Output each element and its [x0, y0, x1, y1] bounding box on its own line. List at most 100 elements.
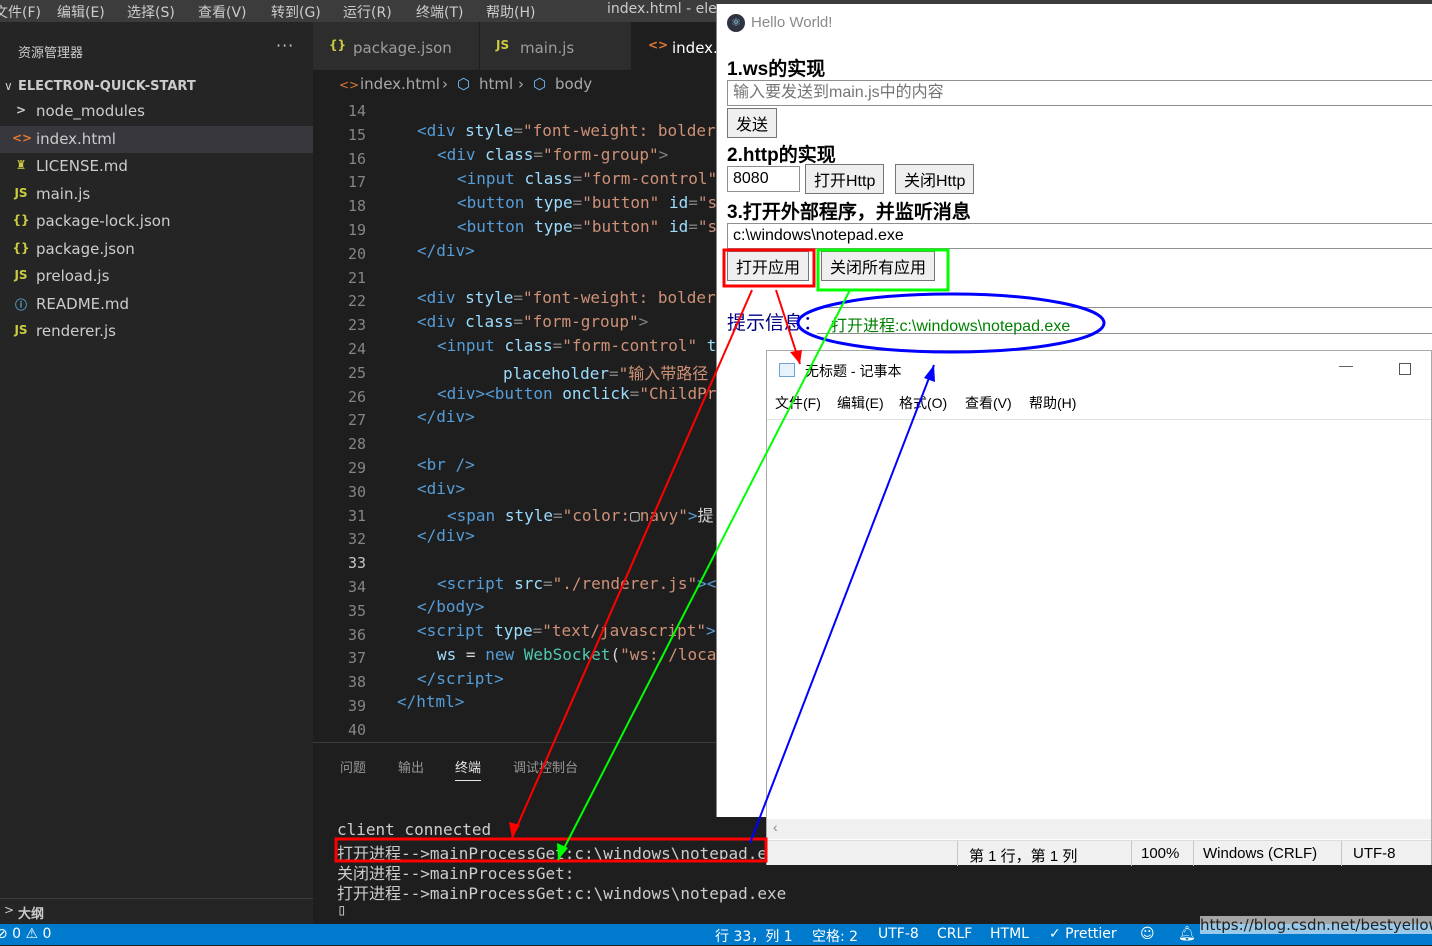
- file-name: preload.js: [36, 267, 110, 285]
- menu-edit[interactable]: 编辑(E): [57, 2, 105, 22]
- file-tree-item[interactable]: JS preload.js: [0, 263, 313, 290]
- line-number: 31: [347, 506, 366, 525]
- notepad-menu-format[interactable]: 格式(O): [899, 393, 947, 413]
- line-number: 21: [347, 268, 366, 287]
- problems-count[interactable]: ⊘ 0 ⚠ 0: [0, 926, 51, 942]
- tab-debug-console[interactable]: 调试控制台: [513, 757, 578, 776]
- json-file-icon: {}: [12, 240, 30, 255]
- tab-label: package.json: [353, 39, 452, 57]
- file-tree-item[interactable]: {} package-lock.json: [0, 208, 313, 235]
- breadcrumb-body[interactable]: body: [555, 75, 592, 93]
- window-title: index.html - elec: [607, 1, 725, 17]
- notepad-menu-help[interactable]: 帮助(H): [1029, 393, 1076, 413]
- info-file-icon: ⓘ: [14, 297, 27, 312]
- tab-output[interactable]: 输出: [398, 757, 424, 776]
- breadcrumb-separator: ›: [518, 75, 524, 93]
- language-mode[interactable]: HTML: [990, 926, 1029, 942]
- file-tree-item[interactable]: ⓘ README.md: [0, 291, 313, 318]
- notepad-menu-edit[interactable]: 编辑(E): [837, 393, 884, 413]
- code-editor[interactable]: 14 15 16 17 18 19 20 21 22 23 24 25 26 27 28 29 30 31 32 33…: [313, 100, 716, 742]
- notepad-zoom: 100%: [1141, 845, 1180, 862]
- breadcrumb-html[interactable]: html: [479, 75, 513, 93]
- outline-header[interactable]: > 大纲: [0, 898, 313, 922]
- close-http-button[interactable]: 关闭Http: [895, 164, 975, 194]
- cursor-position[interactable]: 行 33，列 1: [715, 926, 793, 946]
- prettier-status[interactable]: ✓ Prettier: [1049, 926, 1117, 942]
- line-number: 20: [347, 244, 366, 263]
- notepad-line-ending: Windows (CRLF): [1203, 845, 1318, 862]
- encoding[interactable]: UTF-8: [878, 926, 919, 942]
- chevron-right-icon: >: [15, 103, 27, 117]
- js-file-icon: JS: [14, 323, 28, 337]
- file-tree-item[interactable]: > node_modules: [0, 98, 313, 125]
- js-file-icon: JS: [14, 268, 28, 282]
- more-actions-icon[interactable]: ···: [276, 36, 294, 55]
- hint-label: 提示信息：: [727, 313, 823, 334]
- tab-terminal[interactable]: 终端: [455, 757, 482, 781]
- watermark: https://blog.csdn.net/bestyellow: [1200, 916, 1432, 934]
- menu-view[interactable]: 查看(V): [198, 2, 247, 22]
- line-number: 33: [347, 554, 366, 573]
- element-icon: ⬡: [533, 75, 547, 93]
- menu-go[interactable]: 转到(G): [271, 2, 321, 22]
- line-number: 38: [347, 673, 366, 692]
- breadcrumb-separator: ›: [442, 75, 448, 93]
- breadcrumb-file[interactable]: index.html: [360, 75, 440, 93]
- line-number: 19: [347, 221, 366, 239]
- line-number: 18: [347, 197, 366, 216]
- file-tree-item[interactable]: <> index.html: [0, 125, 313, 153]
- ws-message-input[interactable]: [727, 80, 1432, 106]
- html-file-icon: <>: [12, 130, 33, 145]
- menu-terminal[interactable]: 终端(T): [416, 2, 463, 22]
- line-number: 27: [347, 411, 366, 430]
- minimize-icon[interactable]: —: [1339, 357, 1353, 373]
- electron-logo-icon: ⚛: [727, 14, 745, 32]
- file-tree-item[interactable]: {} package.json: [0, 236, 313, 263]
- program-path-input[interactable]: [727, 223, 1432, 249]
- line-number: 24: [347, 340, 366, 358]
- line-number: 14: [347, 102, 366, 120]
- close-all-apps-button[interactable]: 关闭所有应用: [821, 251, 936, 281]
- indentation[interactable]: 空格: 2: [812, 926, 858, 946]
- outline-label: 大纲: [18, 907, 45, 922]
- line-ending[interactable]: CRLF: [937, 926, 972, 942]
- file-name: index.html: [36, 129, 116, 148]
- send-button[interactable]: 发送: [727, 108, 778, 138]
- explorer-sidebar: 资源管理器 ··· ∨ ELECTRON-QUICK-START > node_m…: [0, 22, 313, 924]
- bell-icon[interactable]: 🔔︎: [1178, 926, 1196, 942]
- element-icon: ⬡: [457, 75, 471, 93]
- notepad-menu-file[interactable]: 文件(F): [775, 393, 821, 413]
- tab-main-js[interactable]: JS main.js: [480, 22, 632, 70]
- section-external-heading: 3.打开外部程序，并监听消息: [727, 202, 971, 223]
- line-number: 16: [347, 149, 366, 168]
- feedback-icon[interactable]: ☺: [1140, 926, 1155, 942]
- line-number: 36: [347, 625, 366, 644]
- line-number: 34: [347, 578, 366, 596]
- tab-problems[interactable]: 问题: [340, 757, 366, 776]
- horizontal-scrollbar[interactable]: ‹: [767, 819, 1431, 839]
- file-tree-item[interactable]: JS renderer.js: [0, 318, 313, 345]
- open-http-button[interactable]: 打开Http: [805, 164, 885, 194]
- port-input[interactable]: [727, 166, 800, 192]
- scroll-left-icon[interactable]: ‹: [773, 819, 778, 835]
- line-number: 28: [347, 435, 366, 454]
- notepad-menu-view[interactable]: 查看(V): [965, 393, 1012, 413]
- workspace-header[interactable]: ∨ ELECTRON-QUICK-START: [0, 76, 313, 98]
- maximize-icon[interactable]: [1399, 363, 1411, 375]
- menu-run[interactable]: 运行(R): [343, 2, 392, 22]
- tab-label: main.js: [520, 39, 575, 57]
- file-tree-item[interactable]: JS main.js: [0, 181, 313, 208]
- file-tree-item[interactable]: ♜ LICENSE.md: [0, 153, 313, 180]
- open-app-button[interactable]: 打开应用: [727, 251, 810, 281]
- app-title: Hello World!: [751, 14, 833, 31]
- menu-file[interactable]: 文件(F): [0, 2, 41, 22]
- tab-index-html[interactable]: <> index.: [632, 22, 722, 70]
- menu-selection[interactable]: 选择(S): [127, 2, 175, 22]
- menu-help[interactable]: 帮助(H): [486, 2, 535, 22]
- terminal-line: 打开进程-->mainProcessGet:c:\windows\notepad…: [337, 884, 787, 903]
- html-file-icon: <>: [648, 38, 669, 52]
- notepad-text-area[interactable]: [767, 419, 1431, 819]
- js-file-icon: JS: [496, 38, 510, 52]
- tab-package-json[interactable]: {} package.json: [313, 22, 480, 70]
- line-number: 15: [347, 125, 366, 144]
